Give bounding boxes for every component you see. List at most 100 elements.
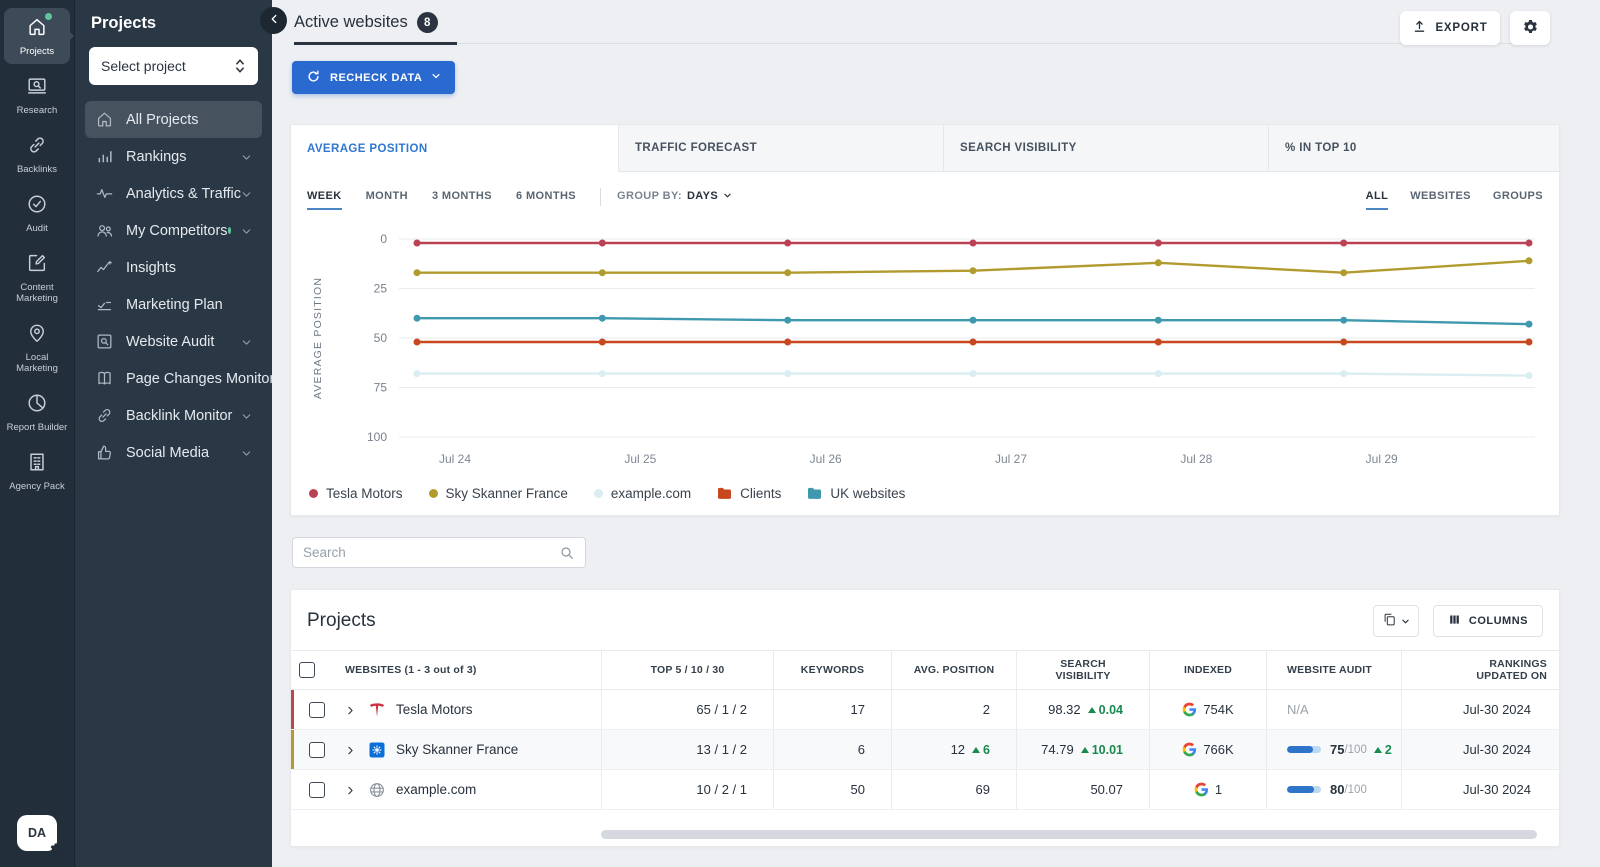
notification-dot xyxy=(45,13,52,20)
website-name[interactable]: example.com xyxy=(396,782,476,797)
col-website-audit: WEBSITE AUDIT xyxy=(1266,651,1401,689)
audit-icon xyxy=(26,193,48,215)
search-input[interactable] xyxy=(293,545,559,560)
range-tabs: WEEK MONTH 3 MONTHS 6 MONTHS xyxy=(307,190,600,210)
row-checkbox[interactable] xyxy=(309,742,325,758)
rankings-icon xyxy=(95,147,114,166)
user-settings-gear-icon[interactable] xyxy=(48,841,64,857)
sidebar-item-backlink-monitor[interactable]: Backlink Monitor xyxy=(85,397,262,434)
recheck-data-button[interactable]: RECHECK DATA xyxy=(292,61,455,94)
tab-active-underline xyxy=(294,42,457,45)
range-tab-3-months[interactable]: 3 MONTHS xyxy=(432,190,492,210)
sidebar-items: All ProjectsRankingsAnalytics & TrafficM… xyxy=(75,101,272,471)
svg-text:Jul 28: Jul 28 xyxy=(1180,452,1212,466)
up-triangle-icon xyxy=(1088,707,1096,713)
globe-favicon-icon xyxy=(368,781,386,799)
expand-row-icon[interactable] xyxy=(345,744,356,755)
columns-button[interactable]: COLUMNS xyxy=(1433,605,1543,637)
svg-text:Jul 26: Jul 26 xyxy=(810,452,842,466)
top-5-10-30-cell: 65 / 1 / 2 xyxy=(601,690,773,729)
sidebar-item-insights[interactable]: Insights xyxy=(85,249,262,286)
website-name[interactable]: Sky Skanner France xyxy=(396,742,518,757)
chevron-down-icon xyxy=(241,225,252,236)
scope-tab-all[interactable]: ALL xyxy=(1366,190,1389,210)
sidebar-item-my-competitors[interactable]: My Competitors xyxy=(85,212,262,249)
sidebar-item-page-changes-monitor[interactable]: Page Changes Monitor xyxy=(85,360,262,397)
indexed-cell: 1 xyxy=(1149,770,1266,809)
col-rankings-updated: RANKINGS UPDATED ON xyxy=(1401,651,1561,689)
rail-item-agency-pack[interactable]: Agency Pack xyxy=(4,443,70,499)
rail-item-report-builder[interactable]: Report Builder xyxy=(4,384,70,440)
chart-controls: WEEK MONTH 3 MONTHS 6 MONTHS GROUP BY: DAYS… xyxy=(291,172,1559,219)
settings-button[interactable] xyxy=(1510,11,1550,45)
legend-item-clients[interactable]: Clients xyxy=(717,486,781,501)
audit-progress-bar xyxy=(1287,786,1321,793)
app-rail: ProjectsResearchBacklinksAuditContent Ma… xyxy=(0,0,75,867)
sidebar-item-marketing-plan[interactable]: Marketing Plan xyxy=(85,286,262,323)
group-by-dropdown[interactable]: GROUP BY: DAYS xyxy=(617,187,732,213)
sidebar-item-social-media[interactable]: Social Media xyxy=(85,434,262,471)
website-audit-icon xyxy=(95,332,114,351)
rail-item-local-marketing[interactable]: Local Marketing xyxy=(4,314,70,381)
legend-item-uk-websites[interactable]: UK websites xyxy=(807,486,905,501)
positive-delta: 6 xyxy=(972,743,990,757)
all-projects-icon xyxy=(95,110,114,129)
metric-tab-average-position[interactable]: AVERAGE POSITION xyxy=(291,125,619,172)
top-5-10-30-cell: 13 / 1 / 2 xyxy=(601,730,773,769)
rail-item-projects[interactable]: Projects xyxy=(4,8,70,64)
skyscanner-favicon-icon xyxy=(368,741,386,759)
range-tab-week[interactable]: WEEK xyxy=(307,190,342,210)
select-all-checkbox[interactable] xyxy=(299,662,315,678)
horizontal-scrollbar[interactable] xyxy=(601,830,1537,839)
average-position-chart: 0255075100AVERAGE POSITIONJul 24Jul 25Ju… xyxy=(291,219,1559,478)
legend-item-tesla-motors[interactable]: Tesla Motors xyxy=(309,486,403,501)
website-name[interactable]: Tesla Motors xyxy=(396,702,473,717)
rail-item-backlinks[interactable]: Backlinks xyxy=(4,126,70,182)
rail-item-research[interactable]: Research xyxy=(4,67,70,123)
rankings-updated-cell: Jul-30 2024 xyxy=(1401,730,1561,769)
search-visibility-cell: 98.320.04 xyxy=(1016,690,1149,729)
col-avg-position: AVG. POSITION xyxy=(891,651,1016,689)
svg-text:Jul 24: Jul 24 xyxy=(439,452,471,466)
rankings-updated-cell: Jul-30 2024 xyxy=(1401,770,1561,809)
row-checkbox[interactable] xyxy=(309,702,325,718)
copy-icon xyxy=(1382,612,1397,630)
legend-item-example-com[interactable]: example.com xyxy=(594,486,691,501)
sidebar-item-rankings[interactable]: Rankings xyxy=(85,138,262,175)
series-dot-icon xyxy=(594,489,603,498)
refresh-icon xyxy=(306,69,321,87)
main-content: Active websites 8 EXPORT RECHECK DATA AV… xyxy=(272,0,1600,867)
chevron-down-icon xyxy=(241,410,252,421)
expand-row-icon[interactable] xyxy=(345,784,356,795)
metric-tab-traffic-forecast[interactable]: TRAFFIC FORECAST xyxy=(619,125,944,172)
my-competitors-icon xyxy=(95,221,114,240)
sidebar-item-website-audit[interactable]: Website Audit xyxy=(85,323,262,360)
range-tab-6-months[interactable]: 6 MONTHS xyxy=(516,190,576,210)
user-avatar[interactable]: DA xyxy=(17,815,57,851)
rail-item-audit[interactable]: Audit xyxy=(4,185,70,241)
metric-tab-in-top-10[interactable]: % IN TOP 10 xyxy=(1269,125,1559,172)
sidebar-collapse-button[interactable] xyxy=(260,7,287,34)
legend-item-sky-skanner-france[interactable]: Sky Skanner France xyxy=(429,486,568,501)
export-button[interactable]: EXPORT xyxy=(1400,11,1500,45)
rail-item-content-marketing[interactable]: Content Marketing xyxy=(4,244,70,311)
svg-text:Jul 29: Jul 29 xyxy=(1366,452,1398,466)
row-checkbox[interactable] xyxy=(309,782,325,798)
expand-row-icon[interactable] xyxy=(345,704,356,715)
website-cell: Tesla Motors xyxy=(335,690,601,729)
sidebar-title: Projects xyxy=(75,0,272,45)
scope-tab-websites[interactable]: WEBSITES xyxy=(1410,190,1471,210)
tab-active-websites[interactable]: Active websites 8 xyxy=(294,12,438,33)
positive-delta: 2 xyxy=(1374,743,1392,757)
chevron-down-icon xyxy=(431,71,441,84)
sidebar-item-analytics-traffic[interactable]: Analytics & Traffic xyxy=(85,175,262,212)
layout-view-button[interactable] xyxy=(1373,605,1419,637)
header-divider xyxy=(294,43,1547,44)
range-tab-month[interactable]: MONTH xyxy=(366,190,408,210)
project-select[interactable]: Select project xyxy=(89,47,258,85)
metric-tab-search-visibility[interactable]: SEARCH VISIBILITY xyxy=(944,125,1269,172)
folder-icon xyxy=(717,487,732,500)
sidebar-item-all-projects[interactable]: All Projects xyxy=(85,101,262,138)
projects-title: Projects xyxy=(307,610,376,632)
scope-tab-groups[interactable]: GROUPS xyxy=(1493,190,1543,210)
